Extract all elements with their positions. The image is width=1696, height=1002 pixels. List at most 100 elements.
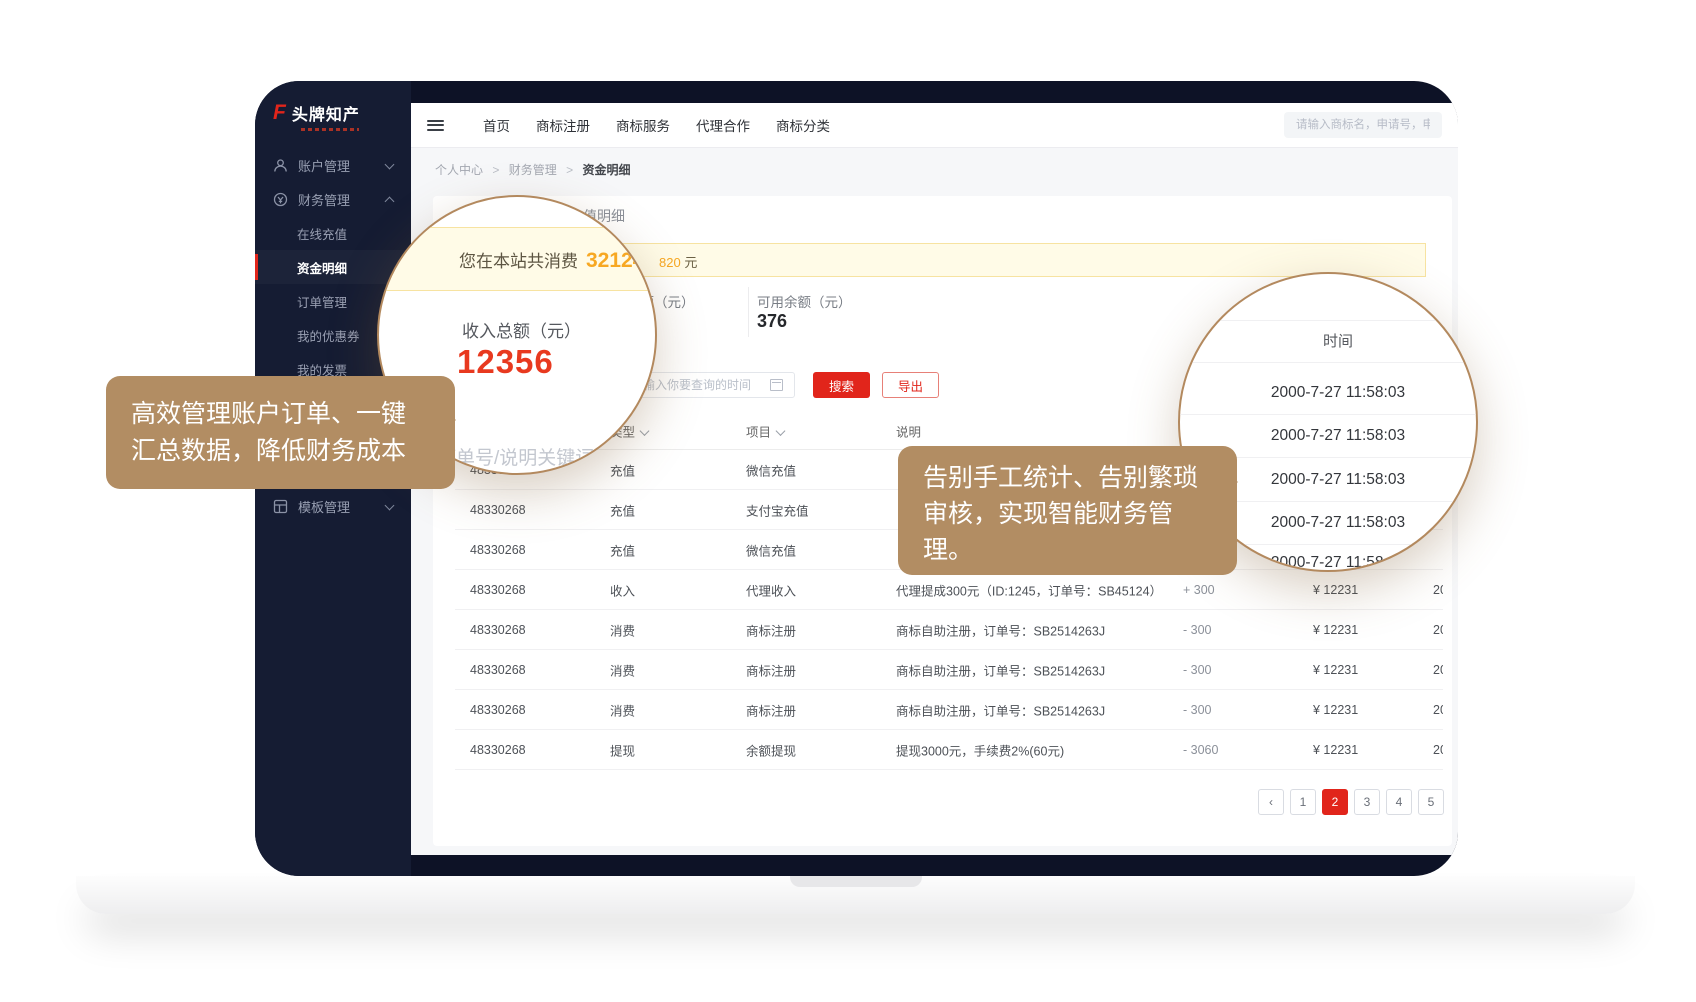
cell-item: 代理收入	[746, 580, 796, 599]
cell-type: 消费	[610, 660, 635, 679]
pagination-page-1[interactable]: 1	[1290, 789, 1316, 815]
magnified-income-label: 收入总额（元）	[462, 317, 581, 342]
breadcrumb-current: 资金明细	[582, 163, 630, 177]
pagination-page-3[interactable]: 3	[1354, 789, 1380, 815]
pagination-page-5[interactable]: 5	[1418, 789, 1444, 815]
nav-trademark-category[interactable]: 商标分类	[776, 115, 830, 135]
table-row: 48330268 消费 商标注册 商标自助注册，订单号：SB2514263J -…	[455, 650, 1443, 690]
sidebar-item-account[interactable]: 账户管理	[255, 148, 411, 182]
cell-time: 2000-7-27 11:58:03	[1433, 743, 1443, 757]
cell-desc: 提现3000元，手续费2%(60元)	[896, 740, 1064, 759]
breadcrumb-item[interactable]: 个人中心	[435, 163, 483, 177]
magnified-time-cell: 2000-7-27 11:58:03	[1200, 384, 1476, 402]
cell-time: 2000-7-27 11:58:03	[1433, 663, 1443, 677]
magnified-income-value: 12356	[457, 343, 554, 381]
cell-time: 2000-7-27 11:58:03	[1433, 703, 1443, 717]
brand-name: 头牌知产	[292, 101, 360, 125]
cell-order: 48330268	[470, 583, 526, 597]
consumption-banner-text: 820 元	[659, 252, 697, 271]
nav-agent-cooperation[interactable]: 代理合作	[696, 115, 750, 135]
brand-logo-icon: F	[273, 101, 286, 125]
cell-type: 充值	[610, 460, 635, 479]
magnified-time-header: 时间	[1200, 330, 1476, 351]
laptop-base-notch	[790, 876, 922, 887]
lens-divider	[1180, 414, 1476, 415]
chevron-down-icon	[385, 501, 395, 511]
nav-trademark-register[interactable]: 商标注册	[536, 115, 590, 135]
cell-order: 48330268	[470, 623, 526, 637]
nav-trademark-service[interactable]: 商标服务	[616, 115, 670, 135]
hamburger-menu-icon[interactable]	[427, 117, 444, 133]
header-item-sort[interactable]: 项目	[746, 422, 784, 441]
calendar-icon[interactable]	[770, 379, 783, 391]
sort-caret-icon	[776, 426, 786, 436]
cell-amount: - 300	[1183, 663, 1212, 677]
cell-desc: 商标自助注册，订单号：SB2514263J	[896, 700, 1105, 719]
pagination-page-4[interactable]: 4	[1386, 789, 1412, 815]
cell-order: 48330268	[470, 503, 526, 517]
cell-desc: 代理提成300元（ID:1245，订单号：SB45124）	[896, 580, 1162, 599]
magnified-time-cell: 2000-7-27 11:58:03	[1200, 427, 1476, 445]
finance-icon	[273, 192, 288, 207]
cell-balance: ¥ 12231	[1313, 583, 1358, 597]
balance-value: 376	[757, 311, 787, 332]
cell-order: 48330268	[470, 703, 526, 717]
cell-amount: + 300	[1183, 583, 1215, 597]
cell-desc: 商标自助注册，订单号：SB2514263J	[896, 660, 1105, 679]
cell-type: 消费	[610, 620, 635, 639]
search-input[interactable]	[1284, 112, 1442, 138]
breadcrumb-item[interactable]: 财务管理	[509, 163, 557, 177]
pagination-page-2-active[interactable]: 2	[1322, 789, 1348, 815]
pagination-prev[interactable]: ‹	[1258, 789, 1284, 815]
header-desc: 说明	[896, 422, 921, 441]
cell-time: 2000-7-27 11:58:03	[1433, 623, 1443, 637]
sidebar-item-label: 资金明细	[297, 258, 347, 277]
cell-desc: 商标自助注册，订单号：SB2514263J	[896, 620, 1105, 639]
sidebar-item-label: 账户管理	[298, 156, 350, 175]
user-icon	[273, 158, 288, 173]
sidebar-item-label: 财务管理	[298, 190, 350, 209]
table-row: 48330268 消费 商标注册 商标自助注册，订单号：SB2514263J -…	[455, 610, 1443, 650]
top-navbar: 首页 商标注册 商标服务 代理合作 商标分类	[411, 103, 1458, 148]
sort-caret-icon	[640, 426, 650, 436]
callout-text-line: 告别手工统计、告别繁琐	[923, 460, 1237, 496]
cell-type: 提现	[610, 740, 635, 759]
cell-amount: - 3060	[1183, 743, 1218, 757]
cell-order: 48330268	[470, 663, 526, 677]
cell-item: 微信充值	[746, 540, 796, 559]
nav-home[interactable]: 首页	[483, 115, 510, 135]
callout-text-line: 理。	[923, 532, 1237, 568]
cell-time: 2000-7-27 11:58:03	[1433, 583, 1443, 597]
callout-right: 告别手工统计、告别繁琐 审核，实现智能财务管 理。	[898, 446, 1237, 575]
export-button[interactable]: 导出	[882, 372, 939, 398]
magnified-time-cell: 2000-7-27 11:58:03	[1200, 554, 1476, 572]
sidebar-item-label: 订单管理	[297, 292, 347, 311]
brand-logo[interactable]: F 头牌知产	[255, 81, 411, 125]
callout-text-line: 汇总数据，降低财务成本	[131, 433, 455, 470]
brand-tagline	[301, 128, 359, 131]
balance-label: 可用余额（元）	[757, 291, 852, 311]
sidebar-item-label: 模板管理	[298, 497, 350, 516]
cell-amount: - 300	[1183, 623, 1212, 637]
cell-item: 商标注册	[746, 660, 796, 679]
cell-type: 收入	[610, 580, 635, 599]
sidebar-item-template[interactable]: 模板管理	[255, 489, 411, 523]
cell-order: 48330268	[470, 543, 526, 557]
breadcrumb-separator: >	[492, 163, 499, 177]
callout-left: 高效管理账户订单、一键 汇总数据，降低财务成本	[106, 376, 455, 489]
table-row: 48330268 提现 余额提现 提现3000元，手续费2%(60元) - 30…	[455, 730, 1443, 770]
cell-balance: ¥ 12231	[1313, 663, 1358, 677]
magnified-time-cell: 2000-7-27 11:58:03	[1200, 514, 1476, 532]
search-button[interactable]: 搜索	[813, 372, 870, 398]
sidebar-item-finance[interactable]: 财务管理	[255, 182, 411, 216]
table-row: 48330268 收入 代理收入 代理提成300元（ID:1245，订单号：SB…	[455, 570, 1443, 610]
lens-divider	[1180, 320, 1476, 321]
callout-text-line: 审核，实现智能财务管	[923, 496, 1237, 532]
cell-item: 余额提现	[746, 740, 796, 759]
cell-type: 充值	[610, 540, 635, 559]
top-nav-links: 首页 商标注册 商标服务 代理合作 商标分类	[470, 115, 843, 135]
magnified-banner-text: 您在本站共消费32124元	[459, 247, 657, 273]
cell-amount: - 300	[1183, 703, 1212, 717]
laptop-base	[76, 876, 1635, 914]
cell-balance: ¥ 12231	[1313, 623, 1358, 637]
